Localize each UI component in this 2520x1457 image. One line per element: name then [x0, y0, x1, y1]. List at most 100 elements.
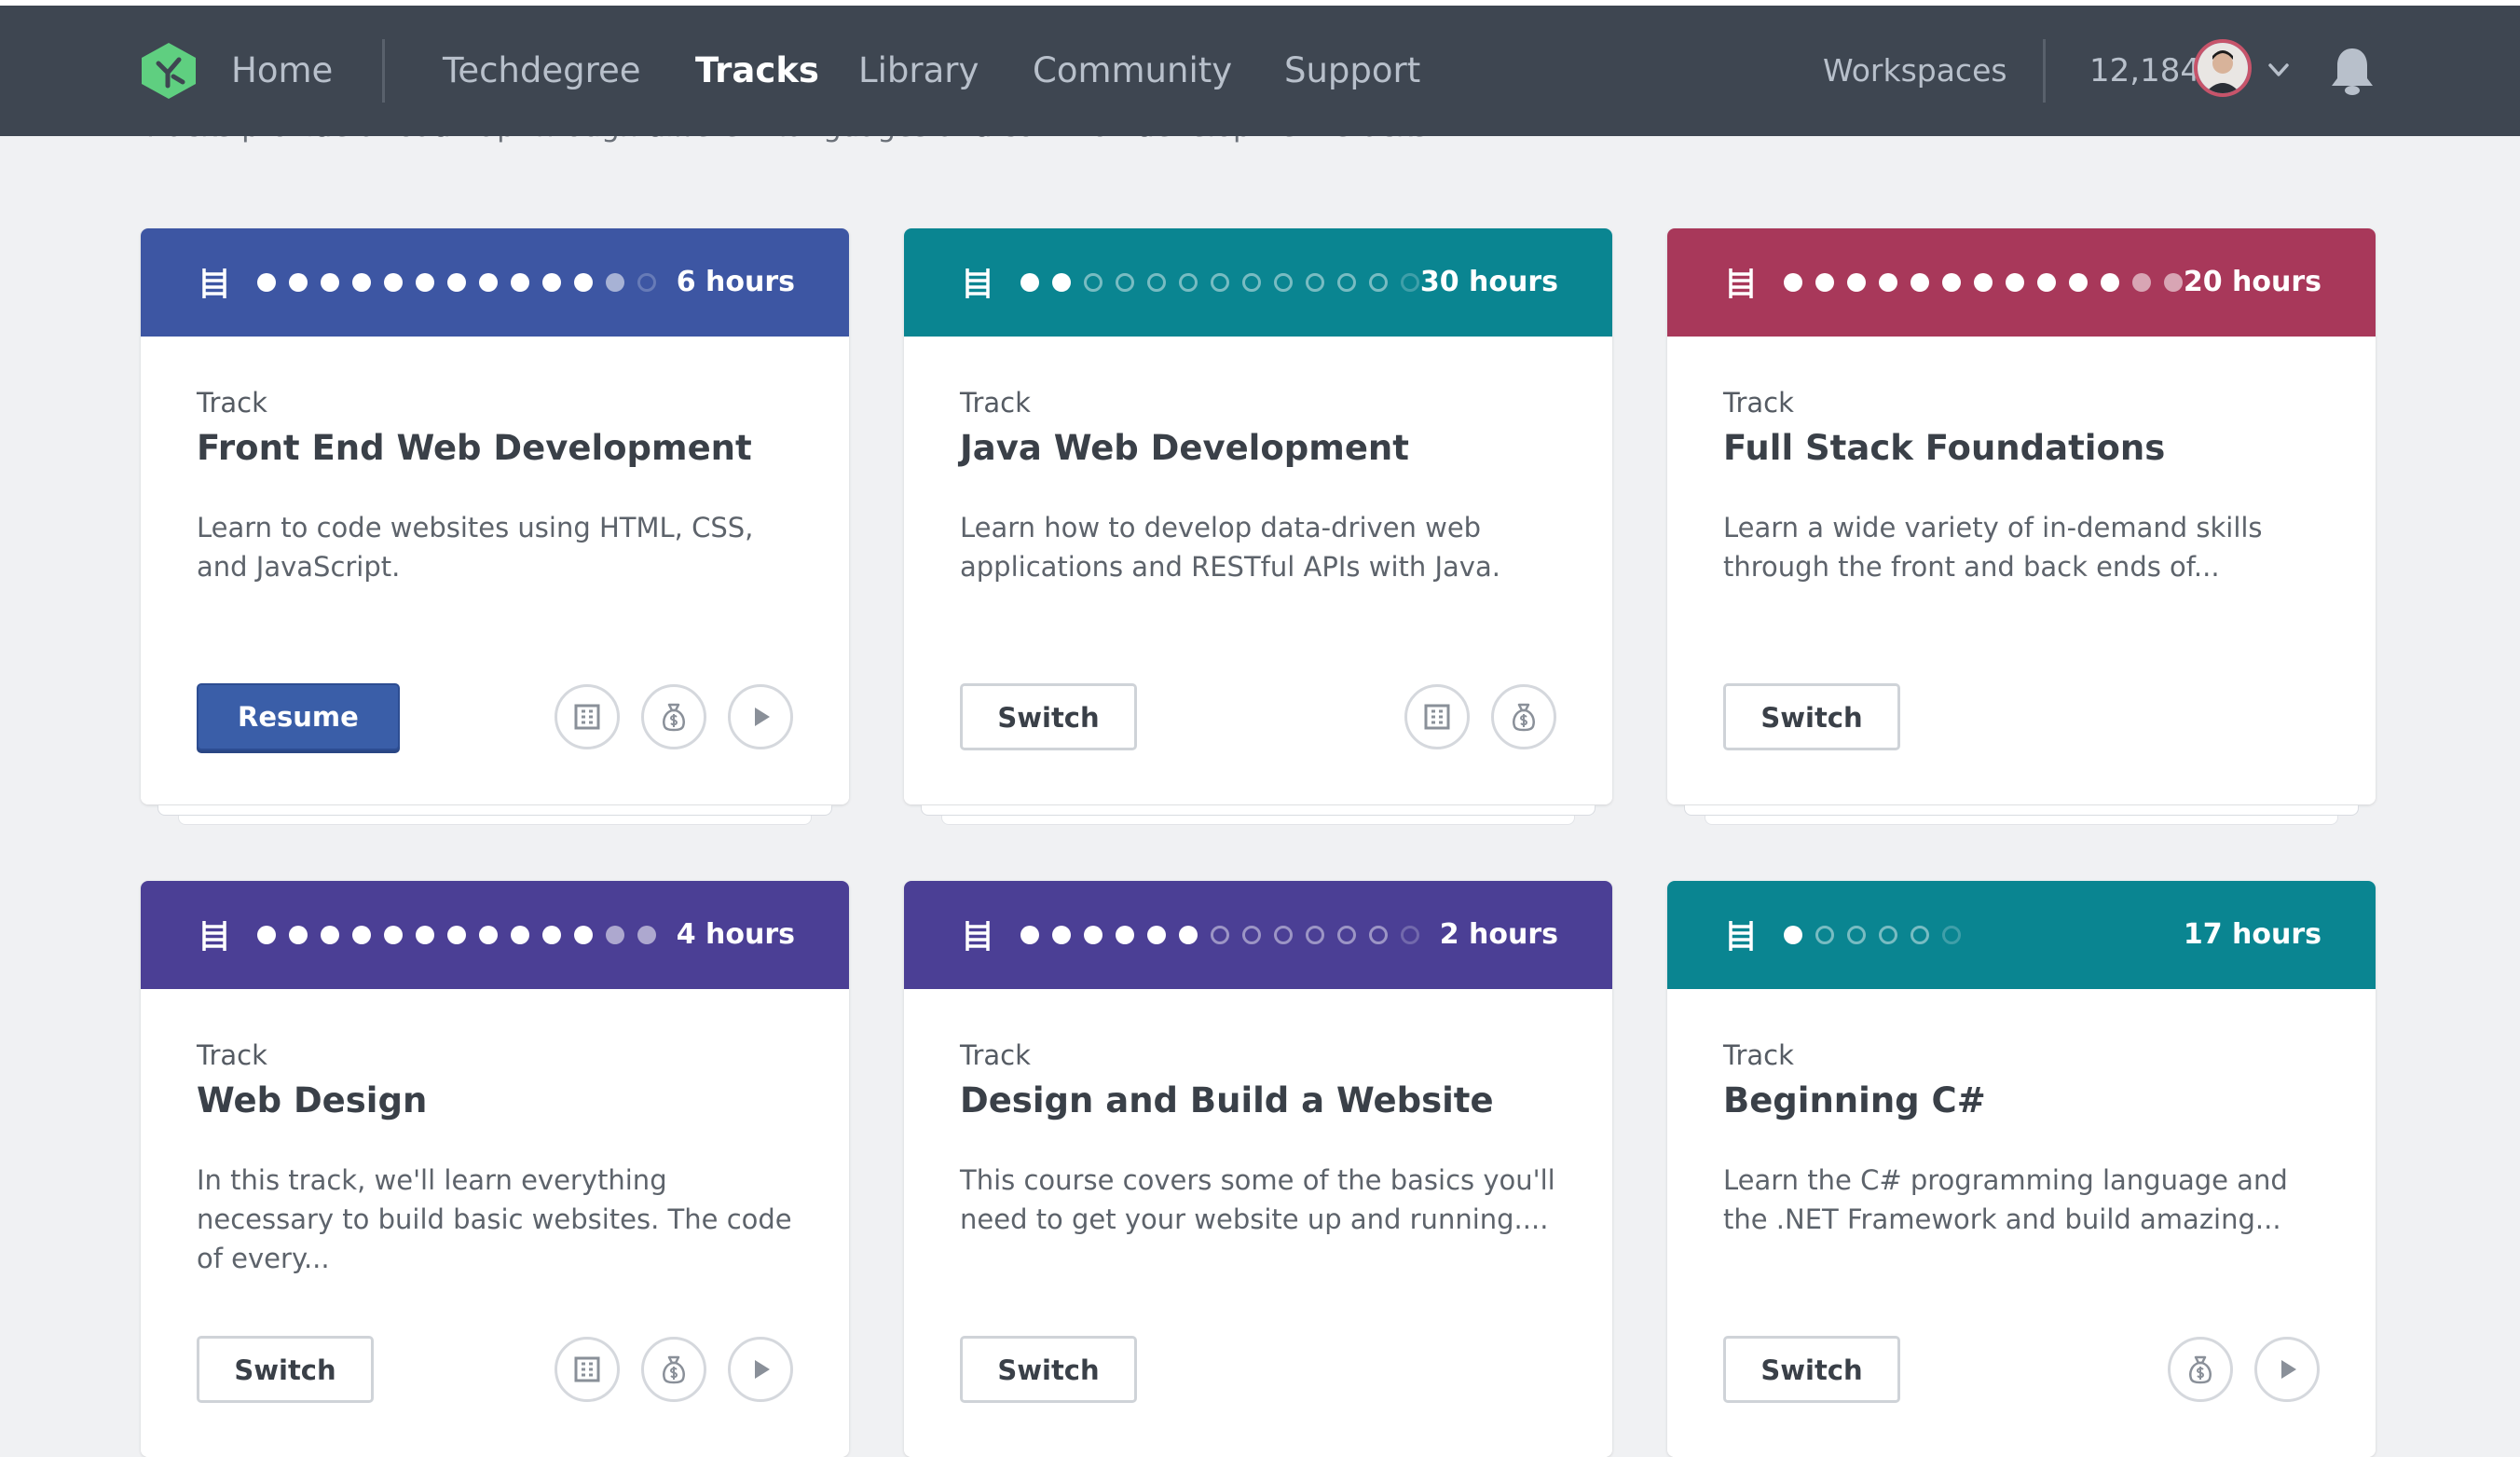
switch-button[interactable]: Switch	[1723, 683, 1900, 750]
progress-dot	[321, 273, 339, 292]
nav-community[interactable]: Community	[1033, 6, 1232, 136]
progress-dot	[511, 926, 529, 944]
progress-dot	[1242, 926, 1261, 944]
nav-library[interactable]: Library	[858, 6, 979, 136]
money-bag-button[interactable]	[1491, 684, 1556, 749]
progress-dots	[257, 926, 669, 944]
money-bag-button[interactable]	[641, 684, 706, 749]
progress-dot	[1784, 926, 1802, 944]
chevron-down-icon[interactable]	[2263, 56, 2294, 84]
progress-dot	[257, 273, 276, 292]
track-hours: 4 hours	[676, 918, 795, 951]
progress-dots	[257, 273, 669, 292]
progress-dot	[416, 926, 434, 944]
track-title[interactable]: Web Design	[197, 1080, 427, 1120]
progress-dot	[2164, 273, 2183, 292]
track-title[interactable]: Design and Build a Website	[960, 1080, 1494, 1120]
user-avatar[interactable]	[2194, 39, 2252, 97]
nav-support[interactable]: Support	[1284, 6, 1420, 136]
track-description: This course covers some of the basics yo…	[960, 1164, 1555, 1235]
track-color-band: 17 hours	[1667, 881, 2376, 989]
nav-techdegree[interactable]: Techdegree	[443, 6, 641, 136]
nav-workspaces[interactable]: Workspaces	[1823, 6, 2007, 136]
top-navigation-bar: Home Techdegree Tracks Library Community…	[0, 6, 2520, 136]
progress-dot	[1369, 926, 1388, 944]
track-card[interactable]: 20 hours Track Full Stack Foundations Learn…	[1667, 228, 2376, 825]
progress-dot	[1242, 273, 1261, 292]
progress-dot	[1337, 926, 1356, 944]
money-bag-button[interactable]	[2168, 1337, 2233, 1402]
money-bag-icon	[663, 1355, 685, 1384]
progress-dot	[1911, 273, 1929, 292]
progress-dot	[289, 926, 308, 944]
company-button[interactable]	[555, 1337, 620, 1402]
play-button[interactable]	[2254, 1337, 2320, 1402]
progress-dot	[1942, 273, 1961, 292]
track-rail-icon	[202, 921, 226, 951]
progress-dot	[606, 273, 624, 292]
progress-dot	[447, 273, 466, 292]
track-description: Learn to code websites using HTML, CSS, …	[197, 512, 754, 583]
track-color-band: 6 hours	[141, 228, 849, 337]
track-hours: 30 hours	[1419, 266, 1558, 298]
progress-dot	[511, 273, 529, 292]
switch-button[interactable]: Switch	[960, 683, 1137, 750]
track-card[interactable]: 30 hours Track Java Web Development Learn h…	[904, 228, 1612, 825]
progress-dot	[257, 926, 276, 944]
progress-dot	[1306, 926, 1324, 944]
progress-dot	[1369, 273, 1388, 292]
switch-button[interactable]: Switch	[1723, 1336, 1900, 1403]
notification-bell-icon[interactable]	[2326, 43, 2378, 99]
track-title[interactable]: Full Stack Foundations	[1723, 428, 2165, 468]
company-icon	[574, 1356, 600, 1382]
progress-dot	[1847, 926, 1866, 944]
track-title[interactable]: Java Web Development	[960, 428, 1409, 468]
progress-dot	[384, 273, 403, 292]
company-button[interactable]	[555, 684, 620, 749]
progress-dot	[1815, 273, 1834, 292]
progress-dots	[1784, 273, 2196, 292]
company-icon	[1424, 704, 1450, 730]
progress-dot	[1784, 273, 1802, 292]
money-bag-button[interactable]	[641, 1337, 706, 1402]
progress-dot	[352, 926, 371, 944]
company-button[interactable]	[1404, 684, 1470, 749]
progress-dot	[479, 926, 498, 944]
progress-dot	[479, 273, 498, 292]
progress-dot	[1879, 926, 1897, 944]
track-color-band: 20 hours	[1667, 228, 2376, 337]
money-bag-icon	[1513, 703, 1535, 732]
track-card[interactable]: 17 hours Track Beginning C# Learn the C# pr…	[1667, 881, 2376, 1457]
track-card[interactable]: 2 hours Track Design and Build a Website Th…	[904, 881, 1612, 1457]
progress-dot	[2101, 273, 2119, 292]
progress-dot	[289, 273, 308, 292]
progress-dot	[1274, 273, 1293, 292]
nav-home[interactable]: Home	[231, 6, 333, 136]
points-count: 12,184	[2089, 52, 2200, 89]
play-button[interactable]	[728, 1337, 793, 1402]
resume-button[interactable]: Resume	[197, 683, 400, 750]
treehouse-logo-icon[interactable]	[138, 41, 199, 101]
nav-tracks[interactable]: Tracks	[695, 6, 819, 136]
play-icon	[2281, 1360, 2296, 1379]
track-color-band: 30 hours	[904, 228, 1612, 337]
track-rail-icon	[1729, 921, 1753, 951]
progress-dot	[1211, 273, 1229, 292]
progress-dot	[1847, 273, 1866, 292]
switch-button[interactable]: Switch	[197, 1336, 374, 1403]
play-button[interactable]	[728, 684, 793, 749]
switch-button[interactable]: Switch	[960, 1336, 1137, 1403]
progress-dot	[1052, 926, 1071, 944]
company-icon	[574, 704, 600, 730]
track-title[interactable]: Beginning C#	[1723, 1080, 1986, 1120]
progress-dot	[416, 273, 434, 292]
progress-dot	[2006, 273, 2024, 292]
track-card[interactable]: 6 hours Track Front End Web Development Lea…	[141, 228, 849, 825]
progress-dot	[352, 273, 371, 292]
progress-dot	[321, 926, 339, 944]
track-title[interactable]: Front End Web Development	[197, 428, 752, 468]
progress-dot	[574, 926, 593, 944]
money-bag-icon	[663, 703, 685, 732]
track-card[interactable]: 4 hours Track Web Design In this track, we'…	[141, 881, 849, 1457]
track-hours: 20 hours	[2183, 266, 2321, 298]
